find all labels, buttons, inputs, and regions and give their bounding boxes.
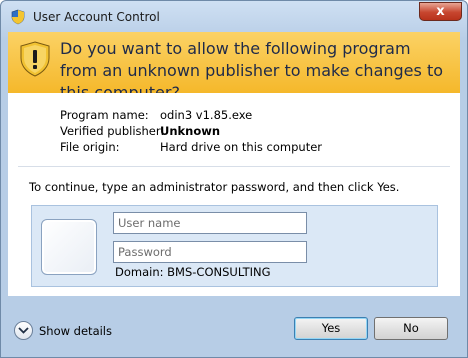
domain-label: Domain: BMS-CONSULTING bbox=[115, 265, 271, 279]
publisher-label: Verified publisher: bbox=[60, 124, 165, 138]
password-field[interactable] bbox=[113, 241, 307, 263]
yes-button[interactable]: Yes bbox=[294, 317, 368, 340]
instruction-text: To continue, type an administrator passw… bbox=[29, 180, 400, 194]
dialog-content: Program name: odin3 v1.85.exe Verified p… bbox=[8, 93, 460, 296]
uac-dialog: User Account Control x Do you want to al… bbox=[0, 0, 468, 358]
username-field[interactable] bbox=[113, 212, 307, 234]
credential-panel: Domain: BMS-CONSULTING bbox=[31, 205, 438, 287]
window-title: User Account Control bbox=[33, 10, 160, 24]
uac-shield-icon bbox=[11, 9, 25, 25]
publisher-value: Unknown bbox=[160, 124, 221, 138]
close-button[interactable]: x bbox=[419, 2, 462, 21]
title-bar: User Account Control x bbox=[1, 1, 467, 32]
chevron-down-icon bbox=[14, 321, 33, 340]
show-details-label: Show details bbox=[39, 324, 112, 338]
warning-banner: Do you want to allow the following progr… bbox=[8, 32, 460, 102]
divider bbox=[18, 166, 450, 167]
program-name-label: Program name: bbox=[60, 108, 149, 122]
dialog-footer: Show details Yes No bbox=[1, 303, 467, 357]
user-avatar bbox=[41, 219, 97, 275]
no-button[interactable]: No bbox=[374, 317, 448, 340]
file-origin-label: File origin: bbox=[60, 140, 120, 154]
uac-shield-warning-icon bbox=[20, 41, 50, 77]
program-name-value: odin3 v1.85.exe bbox=[160, 108, 253, 122]
file-origin-value: Hard drive on this computer bbox=[160, 140, 323, 154]
